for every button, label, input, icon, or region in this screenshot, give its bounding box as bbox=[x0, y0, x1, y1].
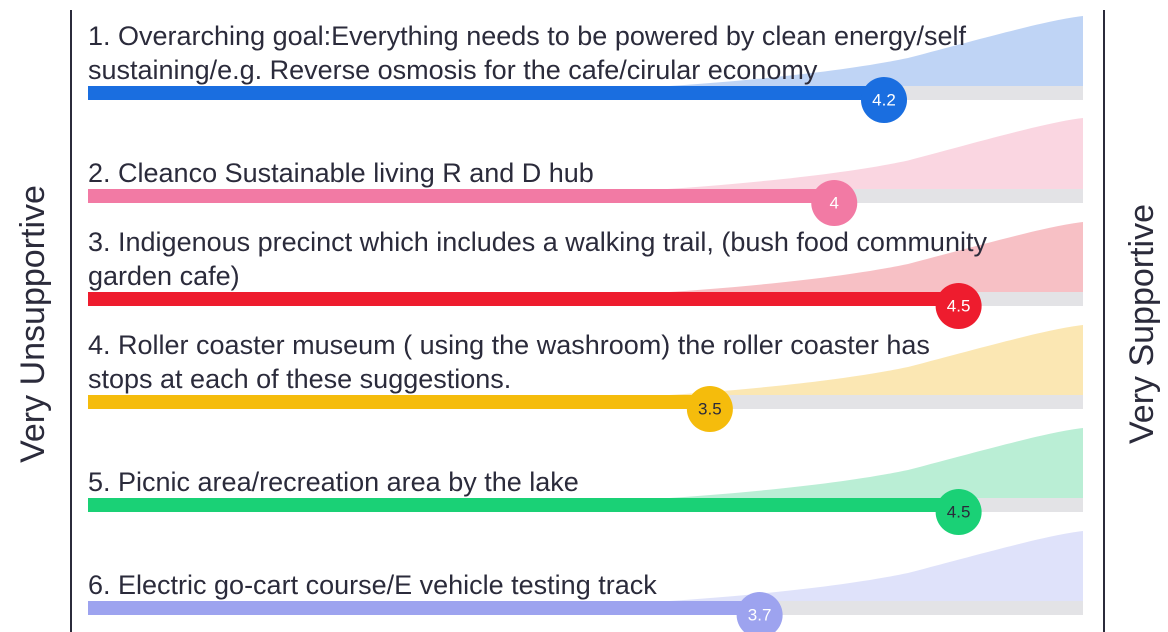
left-axis-label: Very Unsupportive bbox=[14, 185, 52, 463]
value-label-3: 4.5 bbox=[947, 297, 971, 316]
value-label-6: 3.7 bbox=[748, 606, 772, 625]
bar-1 bbox=[88, 86, 884, 100]
bar-3 bbox=[88, 292, 959, 306]
value-label-4: 3.5 bbox=[698, 400, 722, 419]
item-label-1-line-2: sustaining/e.g. Reverse osmosis for the … bbox=[88, 55, 818, 85]
item-label-5-line-1: 5. Picnic area/recreation area by the la… bbox=[88, 467, 579, 497]
bar-6 bbox=[88, 601, 760, 615]
right-axis-label: Very Supportive bbox=[1123, 204, 1161, 444]
item-label-2-line-1: 2. Cleanco Sustainable living R and D hu… bbox=[88, 158, 594, 188]
label-layer: 1. Overarching goal:Everything needs to … bbox=[88, 21, 987, 600]
value-label-5: 4.5 bbox=[947, 503, 971, 522]
item-label-4-line-1: 4. Roller coaster museum ( using the was… bbox=[88, 330, 930, 360]
item-label-1-line-1: 1. Overarching goal:Everything needs to … bbox=[88, 21, 967, 51]
item-label-4-line-2: stops at each of these suggestions. bbox=[88, 364, 511, 394]
distribution-layer bbox=[88, 16, 1083, 615]
value-label-2: 4 bbox=[830, 194, 839, 213]
bar-4 bbox=[88, 395, 710, 409]
item-label-3-line-2: garden cafe) bbox=[88, 261, 240, 291]
value-label-1: 4.2 bbox=[872, 91, 896, 110]
bar-5 bbox=[88, 498, 959, 512]
item-label-6-line-1: 6. Electric go-cart course/E vehicle tes… bbox=[88, 570, 657, 600]
bar-2 bbox=[88, 189, 835, 203]
item-label-3-line-1: 3. Indigenous precinct which includes a … bbox=[88, 227, 987, 257]
rating-chart: 1. Overarching goal:Everything needs to … bbox=[14, 10, 1161, 632]
